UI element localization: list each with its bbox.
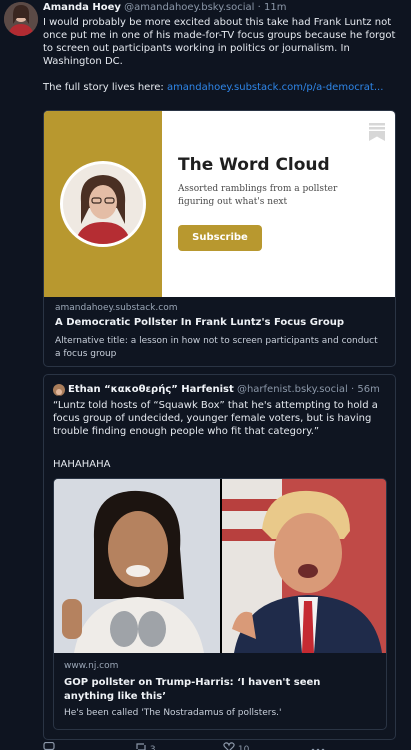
story-link[interactable]: amandahoey.substack.com/p/a-democrat...	[167, 82, 383, 93]
author-avatar[interactable]	[4, 2, 38, 36]
card-title[interactable]: A Democratic Pollster In Frank Luntz's F…	[55, 317, 385, 328]
news-link-card[interactable]: www.nj.com GOP pollster on Trump-Harris:…	[53, 478, 387, 730]
repost-button[interactable]: 3	[135, 742, 156, 750]
newsletter-title: The Word Cloud	[178, 155, 330, 175]
news-card-domain: www.nj.com	[64, 661, 119, 671]
subscribe-button[interactable]: Subscribe	[178, 225, 262, 251]
post-actions: 3 10	[43, 741, 403, 750]
more-icon	[311, 748, 325, 750]
news-card-description: He's been called 'The Nostradamus of pol…	[64, 708, 282, 718]
trump-photo	[222, 479, 386, 653]
harris-photo	[54, 479, 220, 653]
author-name[interactable]: Amanda Hoey	[43, 2, 121, 13]
bookmark-icon	[369, 123, 385, 141]
post-text: I would probably be more excited about t…	[43, 17, 396, 67]
post-header: Amanda Hoey @amandahoey.bsky.social · 11…	[43, 1, 286, 14]
like-count: 10	[237, 745, 250, 750]
reply-button[interactable]	[43, 741, 55, 750]
separator-dot: ·	[257, 2, 261, 13]
post-body: I would probably be more excited about t…	[43, 16, 401, 94]
more-button[interactable]	[311, 742, 325, 750]
quoted-post-text: “Luntz told hosts of “Squawk Box” that h…	[53, 400, 378, 437]
quoted-post-timestamp[interactable]: 56m	[357, 384, 379, 395]
author-portrait	[60, 161, 146, 247]
quoted-post-reaction: HAHAHAHA	[53, 459, 111, 470]
card-description: Alternative title: a lesson in how not t…	[55, 336, 378, 359]
news-card-title[interactable]: GOP pollster on Trump-Harris: ‘I haven't…	[64, 676, 364, 704]
quoted-author-name[interactable]: Ethan “κακοθερής” Harfenist	[68, 384, 234, 395]
author-handle[interactable]: @amandahoey.bsky.social	[124, 2, 254, 13]
quoted-post-header: Ethan “κακοθερής” Harfenist @harfenist.b…	[68, 383, 380, 396]
banner-gold-panel	[44, 111, 162, 297]
quoted-post[interactable]: Ethan “κακοθερής” Harfenist @harfenist.b…	[43, 374, 396, 740]
quoted-author-avatar[interactable]	[53, 384, 65, 396]
feed-post[interactable]: Amanda Hoey @amandahoey.bsky.social · 11…	[0, 0, 411, 750]
like-button[interactable]: 10	[223, 742, 249, 750]
newsletter-tagline: Assorted ramblings from a pollster figur…	[178, 184, 338, 207]
reply-icon	[43, 741, 55, 750]
story-prefix: The full story lives here:	[43, 82, 167, 93]
story-line: The full story lives here: amandahoey.su…	[43, 81, 401, 94]
repost-count: 3	[149, 745, 156, 750]
quoted-author-handle[interactable]: @harfenist.bsky.social	[237, 384, 348, 395]
heart-icon	[223, 742, 235, 750]
quoted-separator-dot: ·	[351, 384, 355, 395]
card-domain: amandahoey.substack.com	[55, 303, 178, 313]
link-preview-card[interactable]: The Word Cloud Assorted ramblings from a…	[43, 110, 396, 367]
card-banner-image: The Word Cloud Assorted ramblings from a…	[44, 111, 395, 297]
news-card-image	[54, 479, 386, 653]
repost-icon	[136, 743, 146, 750]
post-timestamp[interactable]: 11m	[264, 2, 286, 13]
